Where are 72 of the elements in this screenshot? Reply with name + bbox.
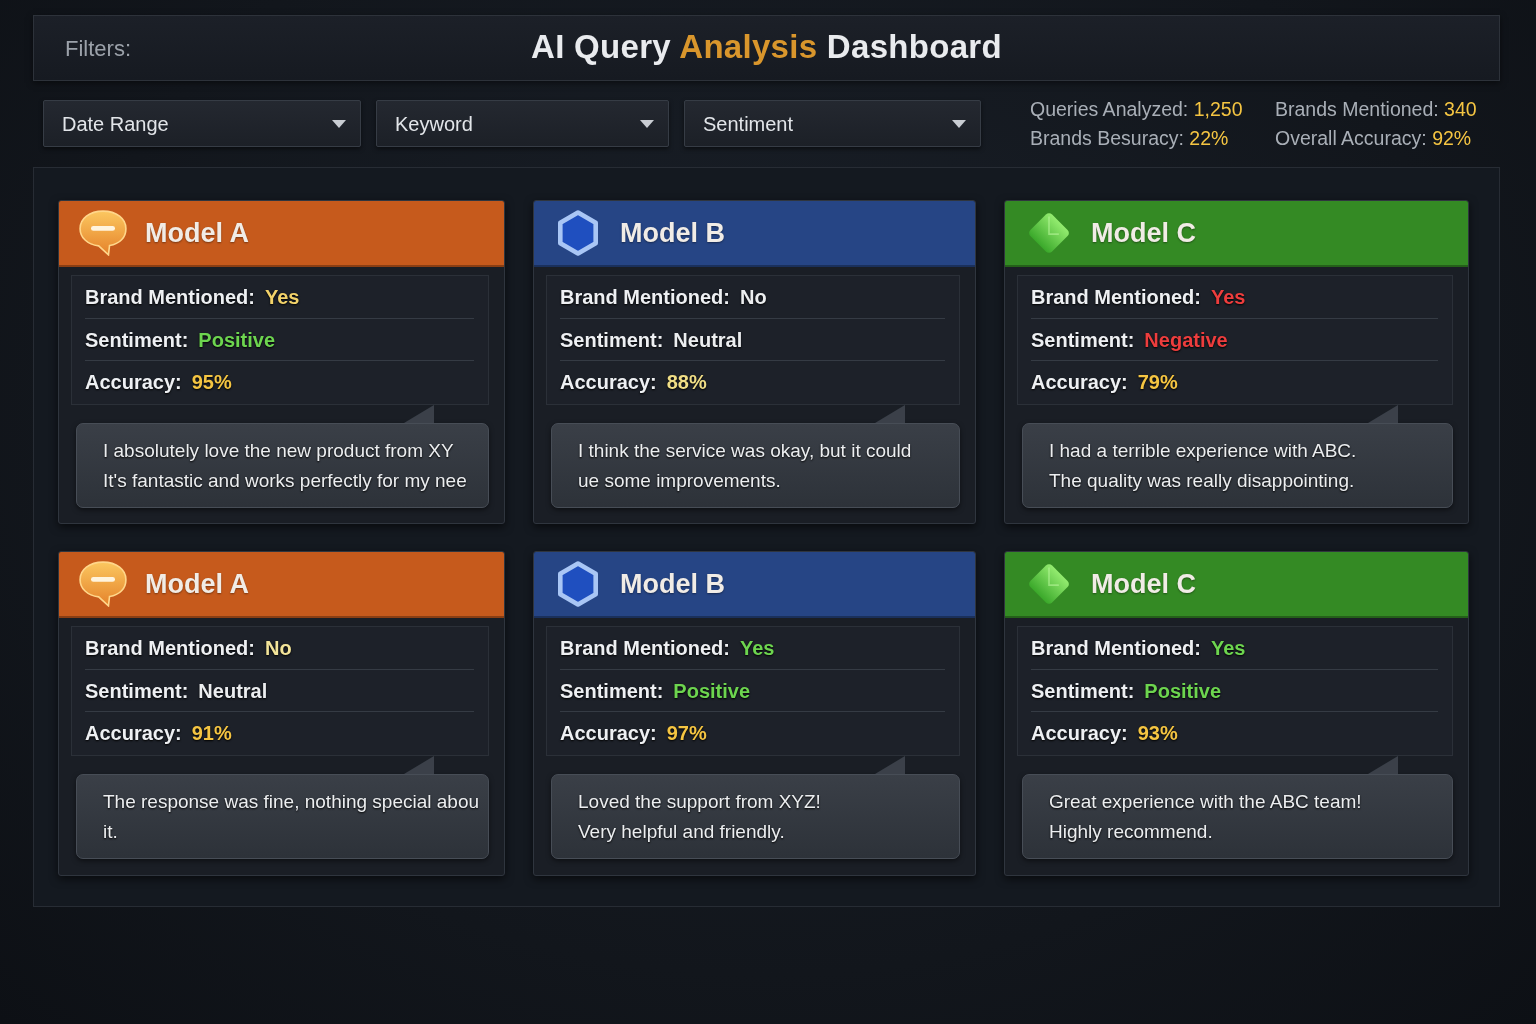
field-value: 95% <box>191 369 232 395</box>
field-value: 79% <box>1137 369 1178 395</box>
field-value: Neutral <box>198 678 268 704</box>
field-label: Sentiment: <box>85 678 189 704</box>
field-label: Sentiment: <box>1031 678 1135 704</box>
stat-value: 1,250 <box>1193 97 1243 120</box>
model-name: Model A <box>145 216 249 250</box>
stat-value: 340 <box>1444 97 1477 120</box>
field-label: Brand Mentioned: <box>1031 285 1201 310</box>
field-value: 97% <box>666 720 707 746</box>
field-value: 91% <box>191 720 232 746</box>
filter-dropdown[interactable]: Keyword <box>376 100 669 147</box>
field-label: Brand Mentioned: <box>560 636 730 661</box>
filter-dropdown[interactable]: Sentiment <box>684 100 981 147</box>
field-value: Yes <box>1211 285 1246 310</box>
field-value: Positive <box>198 327 276 353</box>
stat-label: Brands Besuracy: <box>1030 126 1184 149</box>
field-label: Accuracy: <box>1031 720 1128 746</box>
bubble-tail-icon <box>875 405 905 423</box>
field-value: Yes <box>265 285 300 310</box>
bubble-tail-icon <box>875 756 905 774</box>
field-label: Brand Mentioned: <box>1031 636 1201 661</box>
review-quote: The response was fine, nothing special abou it. <box>76 774 489 859</box>
model-name: Model B <box>620 216 725 250</box>
filter-dropdown[interactable]: Date Range <box>43 100 361 147</box>
review-quote: I think the service was okay, but it could ue some improvements. <box>551 423 960 508</box>
review-quote: I had a terrible experience with ABC. The quality was really disappointing. <box>1022 423 1453 508</box>
field-label: Accuracy: <box>1031 369 1128 395</box>
field-label: Brand Mentioned: <box>85 285 255 310</box>
field-label: Sentiment: <box>85 327 189 353</box>
field-label: Brand Mentioned: <box>85 636 255 661</box>
field-value: Neutral <box>673 327 743 353</box>
field-value: 88% <box>666 369 707 395</box>
filters-label: Filters: <box>65 34 131 63</box>
stat-label: Overall Accuracy: <box>1275 126 1427 149</box>
field-label: Sentiment: <box>560 327 664 353</box>
field-value: No <box>740 285 767 310</box>
field-label: Accuracy: <box>560 369 657 395</box>
stat-label: Queries Analyzed: <box>1030 97 1189 120</box>
review-quote: Loved the support from XYZ! Very helpful and friendly. <box>551 774 960 859</box>
caret-icon <box>952 119 966 128</box>
field-label: Sentiment: <box>560 678 664 704</box>
field-label: Accuracy: <box>85 369 182 395</box>
bubble-tail-icon <box>1368 405 1398 423</box>
caret-icon <box>640 119 654 128</box>
dashboard-title: AI Query Analysis Dashboard <box>531 26 1002 67</box>
field-label: Sentiment: <box>1031 327 1135 353</box>
speech-bubble-icon <box>79 561 127 607</box>
field-value: Positive <box>673 678 751 704</box>
model-name: Model C <box>1091 567 1196 601</box>
model-name: Model A <box>145 567 249 601</box>
review-quote: I absolutely love the new product from XY It's fantastic and works perfectly for my nee <box>76 423 489 508</box>
field-label: Brand Mentioned: <box>560 285 730 310</box>
field-value: Negative <box>1144 327 1228 353</box>
speech-bubble-icon <box>79 210 127 256</box>
stat-value: 22% <box>1189 126 1229 149</box>
field-label: Accuracy: <box>85 720 182 746</box>
bubble-tail-icon <box>404 405 434 423</box>
field-value: Yes <box>740 636 775 661</box>
model-name: Model C <box>1091 216 1196 250</box>
field-value: No <box>265 636 292 661</box>
stat-label: Brands Mentioned: <box>1275 97 1439 120</box>
bubble-tail-icon <box>404 756 434 774</box>
model-name: Model B <box>620 567 725 601</box>
bubble-tail-icon <box>1368 756 1398 774</box>
field-value: Yes <box>1211 636 1246 661</box>
review-quote: Great experience with the ABC team! Highly recommend. <box>1022 774 1453 859</box>
stat-value: 92% <box>1432 126 1472 149</box>
field-value: 93% <box>1137 720 1178 746</box>
field-value: Positive <box>1144 678 1222 704</box>
field-label: Accuracy: <box>560 720 657 746</box>
caret-icon <box>332 119 346 128</box>
